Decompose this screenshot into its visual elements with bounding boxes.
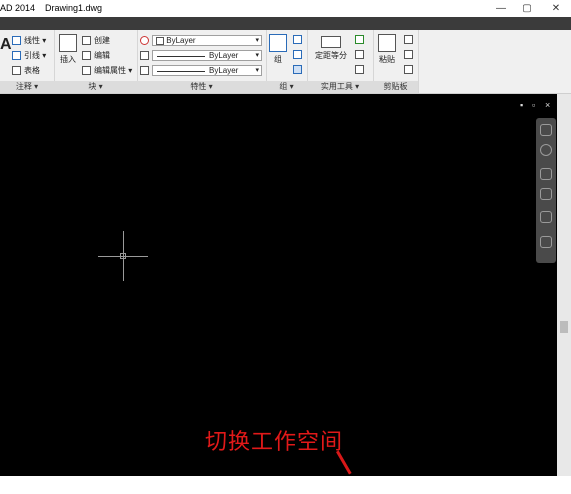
ungroup-icon[interactable]: [293, 35, 302, 44]
vertical-scrollbar[interactable]: [557, 94, 571, 476]
table-icon: [12, 66, 21, 75]
copy-icon[interactable]: [404, 50, 413, 59]
utilities-panel: 定距等分 实用工具 ▾: [307, 30, 374, 93]
linetype-value: ByLayer: [209, 51, 239, 60]
annotation-panel: A 线性 ▾ 引线 ▾ 表格 注释 ▾: [0, 30, 55, 93]
insert-block-icon: [59, 34, 77, 52]
window-title: AD 2014 Drawing1.dwg: [0, 3, 103, 13]
group-edit-icon[interactable]: [293, 50, 302, 59]
switch-workspace-caption: 切换工作空间: [205, 430, 344, 455]
block-panel-title[interactable]: 块 ▾: [54, 81, 137, 93]
calculator-icon[interactable]: [355, 65, 364, 74]
clipboard-panel: 粘贴 剪贴板: [373, 30, 419, 93]
steering-wheel-icon[interactable]: [540, 124, 552, 136]
leader-tool[interactable]: 引线 ▾: [12, 50, 46, 61]
full-navigation-wheel-icon[interactable]: [540, 144, 552, 156]
linetype-icon: [140, 51, 149, 60]
group-selection-icon[interactable]: [293, 65, 302, 74]
group-icon: [269, 34, 287, 52]
properties-panel: ByLayer ▾ ByLayer ▾ ByLayer ▾ 特性 ▾: [137, 30, 267, 93]
linear-dimension-icon: [12, 36, 21, 45]
properties-panel-title[interactable]: 特性 ▾: [137, 81, 266, 93]
group-panel: 组 组 ▾: [266, 30, 308, 93]
zoom-extents-icon[interactable]: [540, 188, 552, 200]
edit-attributes-label: 编辑属性 ▾: [94, 66, 133, 75]
linetype-preview: [157, 56, 205, 57]
create-block-label: 创建: [94, 36, 110, 45]
edit-block-icon: [82, 51, 91, 60]
annotation-panel-title[interactable]: 注释 ▾: [0, 81, 54, 93]
leader-label: 引线 ▾: [24, 51, 47, 60]
cut-icon[interactable]: [404, 35, 413, 44]
restore-button[interactable]: ▢: [512, 0, 542, 17]
close-button[interactable]: ✕: [541, 0, 571, 17]
leader-icon: [12, 51, 21, 60]
viewport-minimize-icon[interactable]: ▪: [520, 100, 523, 110]
paste-label: 粘贴: [379, 55, 395, 64]
edit-attributes-tool[interactable]: 编辑属性 ▾: [82, 65, 132, 76]
color-combo[interactable]: ByLayer ▾: [152, 35, 262, 46]
viewport-restore-icon[interactable]: ▫: [532, 100, 535, 110]
clipboard-panel-title[interactable]: 剪贴板: [373, 81, 418, 93]
color-value: ByLayer: [166, 36, 196, 45]
group-panel-title[interactable]: 组 ▾: [266, 81, 307, 93]
id-point-icon[interactable]: [355, 50, 364, 59]
quick-select-icon[interactable]: [355, 35, 364, 44]
drawing-canvas[interactable]: [0, 94, 557, 476]
pan-hand-icon[interactable]: [540, 168, 552, 180]
edit-block-label: 编辑: [94, 51, 110, 60]
lineweight-value: ByLayer: [209, 66, 239, 75]
group-button[interactable]: 组: [268, 34, 288, 65]
paste-icon: [378, 34, 396, 52]
crosshair-pickbox: [120, 253, 126, 259]
lineweight-combo[interactable]: ByLayer ▾: [152, 65, 262, 76]
color-swatch-icon: [156, 36, 164, 45]
scrollbar-thumb[interactable]: [560, 321, 568, 333]
linetype-dropdown-arrow-icon: ▾: [255, 52, 259, 59]
lineweight-dropdown-arrow-icon: ▾: [255, 67, 259, 74]
table-tool[interactable]: 表格: [12, 65, 40, 76]
linear-dimension-label: 线性 ▾: [24, 36, 47, 45]
color-wheel-icon: [140, 36, 149, 45]
edit-attributes-icon: [82, 66, 91, 75]
orbit-icon[interactable]: [540, 211, 552, 223]
edit-block-tool[interactable]: 编辑: [82, 50, 110, 61]
ribbon-tab-strip: [0, 17, 571, 30]
utilities-panel-title[interactable]: 实用工具 ▾: [307, 81, 373, 93]
insert-label: 插入: [60, 55, 76, 64]
lineweight-preview: [157, 71, 205, 72]
insert-button[interactable]: 插入: [56, 34, 80, 65]
group-label: 组: [274, 55, 282, 64]
navigation-bar: [536, 118, 556, 263]
match-properties-icon[interactable]: [404, 65, 413, 74]
viewport-close-icon[interactable]: ×: [545, 100, 550, 110]
block-panel: 插入 创建 编辑 编辑属性 ▾ 块 ▾: [54, 30, 138, 93]
title-bar: AD 2014 Drawing1.dwg — ▢ ✕: [0, 0, 571, 17]
measure-button[interactable]: 定距等分: [313, 36, 349, 61]
ribbon: A 线性 ▾ 引线 ▾ 表格 注释 ▾ 插入 创建 编辑 编辑属性 ▾ 块 ▾ …: [0, 30, 571, 94]
create-block-tool[interactable]: 创建: [82, 35, 110, 46]
text-a-icon[interactable]: A: [0, 36, 12, 54]
create-block-icon: [82, 36, 91, 45]
status-area: [0, 476, 571, 494]
paste-button[interactable]: 粘贴: [375, 34, 399, 65]
measure-label: 定距等分: [315, 51, 347, 60]
table-label: 表格: [24, 66, 40, 75]
linear-dimension-tool[interactable]: 线性 ▾: [12, 35, 46, 46]
lineweight-icon: [140, 66, 149, 75]
measure-icon: [321, 36, 341, 48]
showmotion-icon[interactable]: [540, 236, 552, 248]
linetype-combo[interactable]: ByLayer ▾: [152, 50, 262, 61]
color-dropdown-arrow-icon: ▾: [255, 37, 259, 44]
